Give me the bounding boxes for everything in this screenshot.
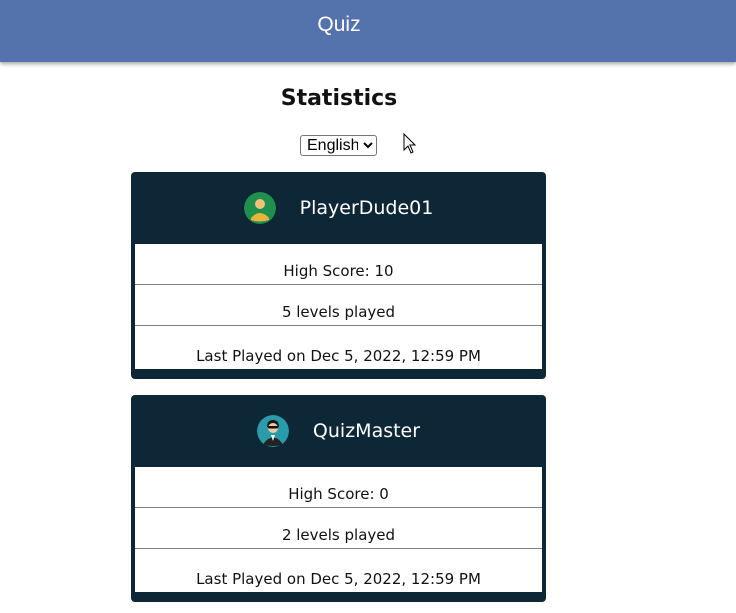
last-played: Last Played on Dec 5, 2022, 12:59 PM xyxy=(196,347,481,365)
user-avatar-green-icon xyxy=(243,192,276,224)
card-body: High Score: 10 5 levels played Last Play… xyxy=(135,244,542,369)
card-header: QuizMaster xyxy=(135,395,542,467)
language-select[interactable]: English xyxy=(300,135,377,156)
high-score: High Score: 0 xyxy=(135,467,542,508)
app-title: Quiz xyxy=(317,13,361,36)
app-bar: Quiz xyxy=(0,0,736,62)
user-avatar-suit-icon xyxy=(256,415,289,447)
high-score: High Score: 10 xyxy=(135,244,542,285)
player-stats-card: PlayerDude01 High Score: 10 5 levels pla… xyxy=(131,172,546,379)
player-name: PlayerDude01 xyxy=(299,197,434,219)
card-header: PlayerDude01 xyxy=(135,172,542,244)
card-body: High Score: 0 2 levels played Last Playe… xyxy=(135,467,542,592)
levels-played: 2 levels played xyxy=(135,508,542,549)
levels-played: 5 levels played xyxy=(135,285,542,326)
last-played: Last Played on Dec 5, 2022, 12:59 PM xyxy=(196,570,481,588)
mouse-cursor-icon xyxy=(403,133,417,154)
page-title: Statistics xyxy=(280,86,398,111)
player-stats-card: QuizMaster High Score: 0 2 levels played… xyxy=(131,395,546,602)
player-name: QuizMaster xyxy=(312,420,421,442)
